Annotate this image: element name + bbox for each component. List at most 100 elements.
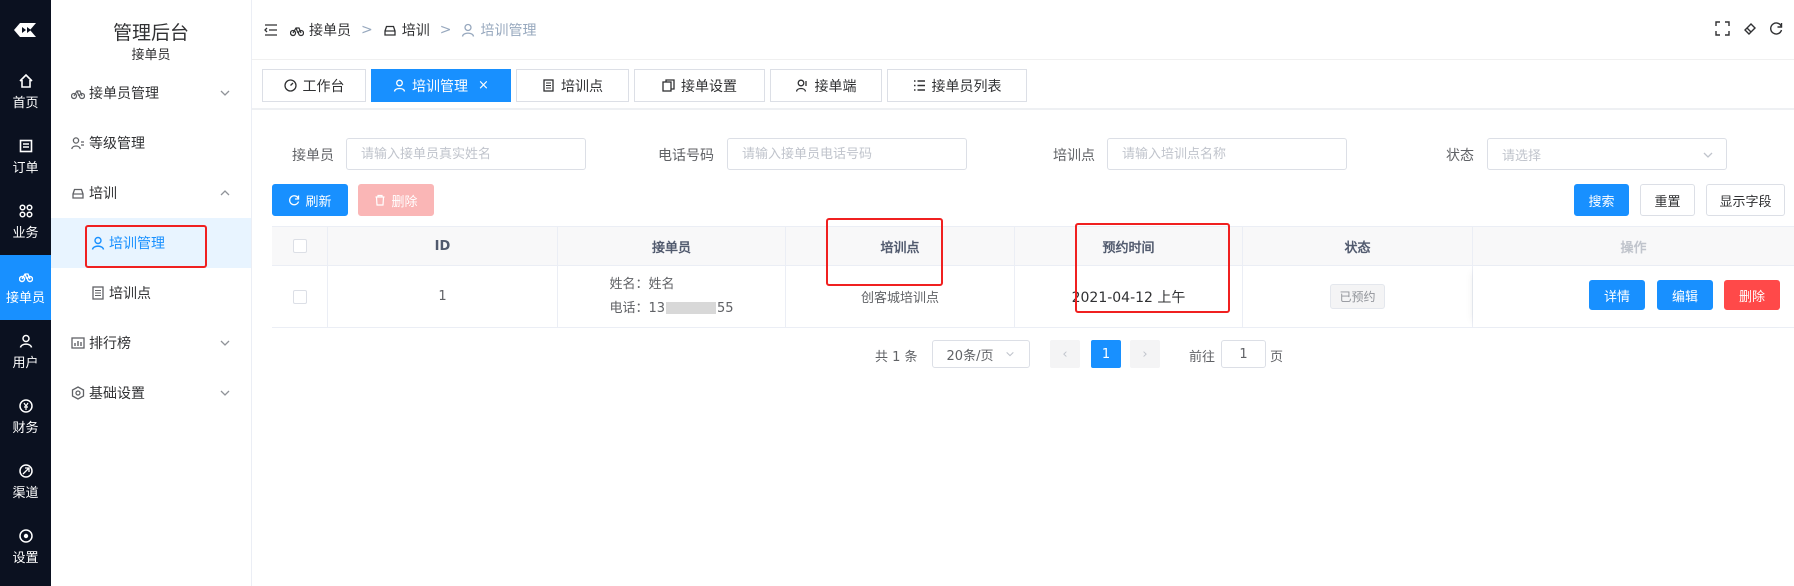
header-id: ID — [328, 227, 558, 265]
sidebar-item-training-site[interactable]: 培训点 — [51, 268, 251, 318]
delete-row-button[interactable]: 删除 — [1724, 280, 1780, 310]
tab-label: 接单设置 — [681, 78, 737, 95]
rail-label: 订单 — [12, 161, 39, 176]
rider-phone-line: 电话：13 55 — [609, 297, 733, 321]
tab-training-management[interactable]: 培训管理 × — [371, 69, 511, 102]
user-icon — [462, 23, 475, 37]
page-1-button[interactable]: 1 — [1091, 340, 1121, 368]
status-select[interactable]: 请选择 — [1487, 138, 1727, 170]
settings-icon — [18, 529, 33, 543]
chevron-down-icon — [220, 340, 230, 346]
breadcrumb-separator: > — [361, 22, 373, 38]
page-size-value: 20条/页 — [946, 348, 994, 364]
rider-phone-prefix: 13 — [648, 300, 665, 316]
header-tools — [1715, 21, 1784, 36]
car-icon — [384, 25, 396, 36]
tab-label: 培训管理 — [412, 78, 469, 95]
phone-input[interactable] — [727, 138, 967, 170]
edit-button[interactable]: 编辑 — [1657, 280, 1713, 310]
rail-item-finance[interactable]: 财务 — [0, 385, 51, 450]
close-icon[interactable]: × — [478, 78, 489, 93]
next-page-button[interactable]: › — [1130, 340, 1160, 368]
sidebar-item-basic-settings[interactable]: 基础设置 — [51, 368, 251, 418]
header-training-site: 培训点 — [786, 227, 1015, 265]
rail-item-channel[interactable]: 渠道 — [0, 450, 51, 515]
sidebar-item-label: 排行榜 — [89, 336, 131, 352]
tab-label: 工作台 — [302, 78, 345, 95]
goto-page-input[interactable]: 1 — [1221, 340, 1266, 368]
breadcrumb-item-current: 培训管理 — [480, 23, 537, 39]
refresh-icon[interactable] — [1769, 21, 1784, 36]
reset-button[interactable]: 重置 — [1640, 184, 1695, 216]
tab-rider-list[interactable]: 接单员列表 — [887, 69, 1027, 102]
hexagon-gear-icon — [71, 386, 85, 400]
sidebar-item-rider-management[interactable]: 接单员管理 — [51, 68, 251, 118]
row-checkbox[interactable] — [292, 289, 307, 304]
chevron-down-icon — [220, 90, 230, 96]
page-size-select[interactable]: 20条/页 — [932, 340, 1030, 368]
site-filter-label: 培训点 — [1053, 148, 1095, 164]
document-icon — [543, 79, 554, 92]
site-name-input[interactable] — [1107, 138, 1347, 170]
sidebar-item-training-management[interactable]: 培训管理 — [51, 218, 251, 268]
bicycle-icon — [18, 273, 33, 283]
tab-training-site[interactable]: 培训点 — [516, 69, 629, 102]
breadcrumb-item-training[interactable]: 培训 — [402, 20, 430, 40]
bulk-delete-button-label: 删除 — [391, 194, 418, 210]
tab-workbench[interactable]: 工作台 — [262, 69, 366, 102]
chevron-down-icon — [1703, 152, 1713, 158]
header-actions: 操作 — [1620, 240, 1647, 256]
refresh-button[interactable]: 刷新 — [272, 184, 348, 216]
training-table: ID 接单员 培训点 预约时间 状态 操作 1 姓名：姓名 电话：13 55 创客… — [272, 226, 1794, 328]
top-header: 接单员 > 培训 > 培训管理 — [252, 0, 1794, 60]
search-button[interactable]: 搜索 — [1574, 184, 1629, 216]
list-icon — [913, 80, 925, 91]
rail-item-settings[interactable]: 设置 — [0, 515, 51, 580]
chart-icon — [71, 337, 85, 349]
column-settings-button[interactable]: 显示字段 — [1706, 184, 1785, 216]
sidebar-item-label: 培训点 — [109, 286, 151, 302]
clear-cache-icon[interactable] — [1742, 21, 1757, 36]
document-icon — [92, 286, 104, 300]
cell-status: 已预约 — [1243, 266, 1473, 327]
detail-button[interactable]: 详情 — [1589, 280, 1645, 310]
rail-item-rider[interactable]: 接单员 — [0, 255, 51, 320]
rail-item-user[interactable]: 用户 — [0, 320, 51, 385]
rider-name-input[interactable] — [346, 138, 586, 170]
fullscreen-icon[interactable] — [1715, 21, 1730, 36]
user-icon — [393, 79, 406, 92]
prev-page-button[interactable]: ‹ — [1050, 340, 1080, 368]
sidebar-item-level-management[interactable]: 等级管理 — [51, 118, 251, 168]
tab-label: 接单端 — [814, 78, 857, 95]
delete-row-button-label: 删除 — [1738, 289, 1765, 305]
search-button-label: 搜索 — [1588, 194, 1615, 210]
select-all-checkbox[interactable] — [292, 239, 307, 253]
rider-filter-label: 接单员 — [292, 148, 334, 164]
sidebar-item-leaderboard[interactable]: 排行榜 — [51, 318, 251, 368]
header-select-cell — [272, 227, 328, 265]
rail-label: 业务 — [12, 226, 39, 241]
rail-item-business[interactable]: 业务 — [0, 190, 51, 255]
sidebar-item-training[interactable]: 培训 — [51, 168, 251, 218]
rider-info: 姓名：姓名 电话：13 55 — [609, 273, 733, 321]
tab-rider-client[interactable]: 接单端 — [770, 69, 882, 102]
sidebar-item-label: 培训管理 — [109, 236, 165, 252]
breadcrumb-item-rider[interactable]: 接单员 — [309, 20, 351, 40]
home-icon — [18, 74, 33, 88]
logo-icon — [13, 23, 36, 37]
user-icon — [19, 334, 32, 348]
header-rider: 接单员 — [558, 227, 786, 265]
collapse-menu-icon[interactable] — [264, 23, 278, 37]
tab-order-settings[interactable]: 接单设置 — [634, 69, 765, 102]
rail-item-home[interactable]: 首页 — [0, 60, 51, 125]
rail-label: 渠道 — [12, 486, 39, 501]
cell-training-site: 创客城培训点 — [786, 266, 1015, 327]
order-icon — [19, 139, 32, 153]
detail-button-label: 详情 — [1603, 289, 1630, 305]
table-header: ID 接单员 培训点 预约时间 状态 操作 — [272, 226, 1794, 266]
goto-label: 前往 — [1189, 350, 1216, 365]
rail-item-order[interactable]: 订单 — [0, 125, 51, 190]
rail-label: 财务 — [12, 421, 39, 436]
rider-name-line: 姓名：姓名 — [609, 273, 674, 297]
bulk-delete-button[interactable]: 删除 — [358, 184, 434, 216]
